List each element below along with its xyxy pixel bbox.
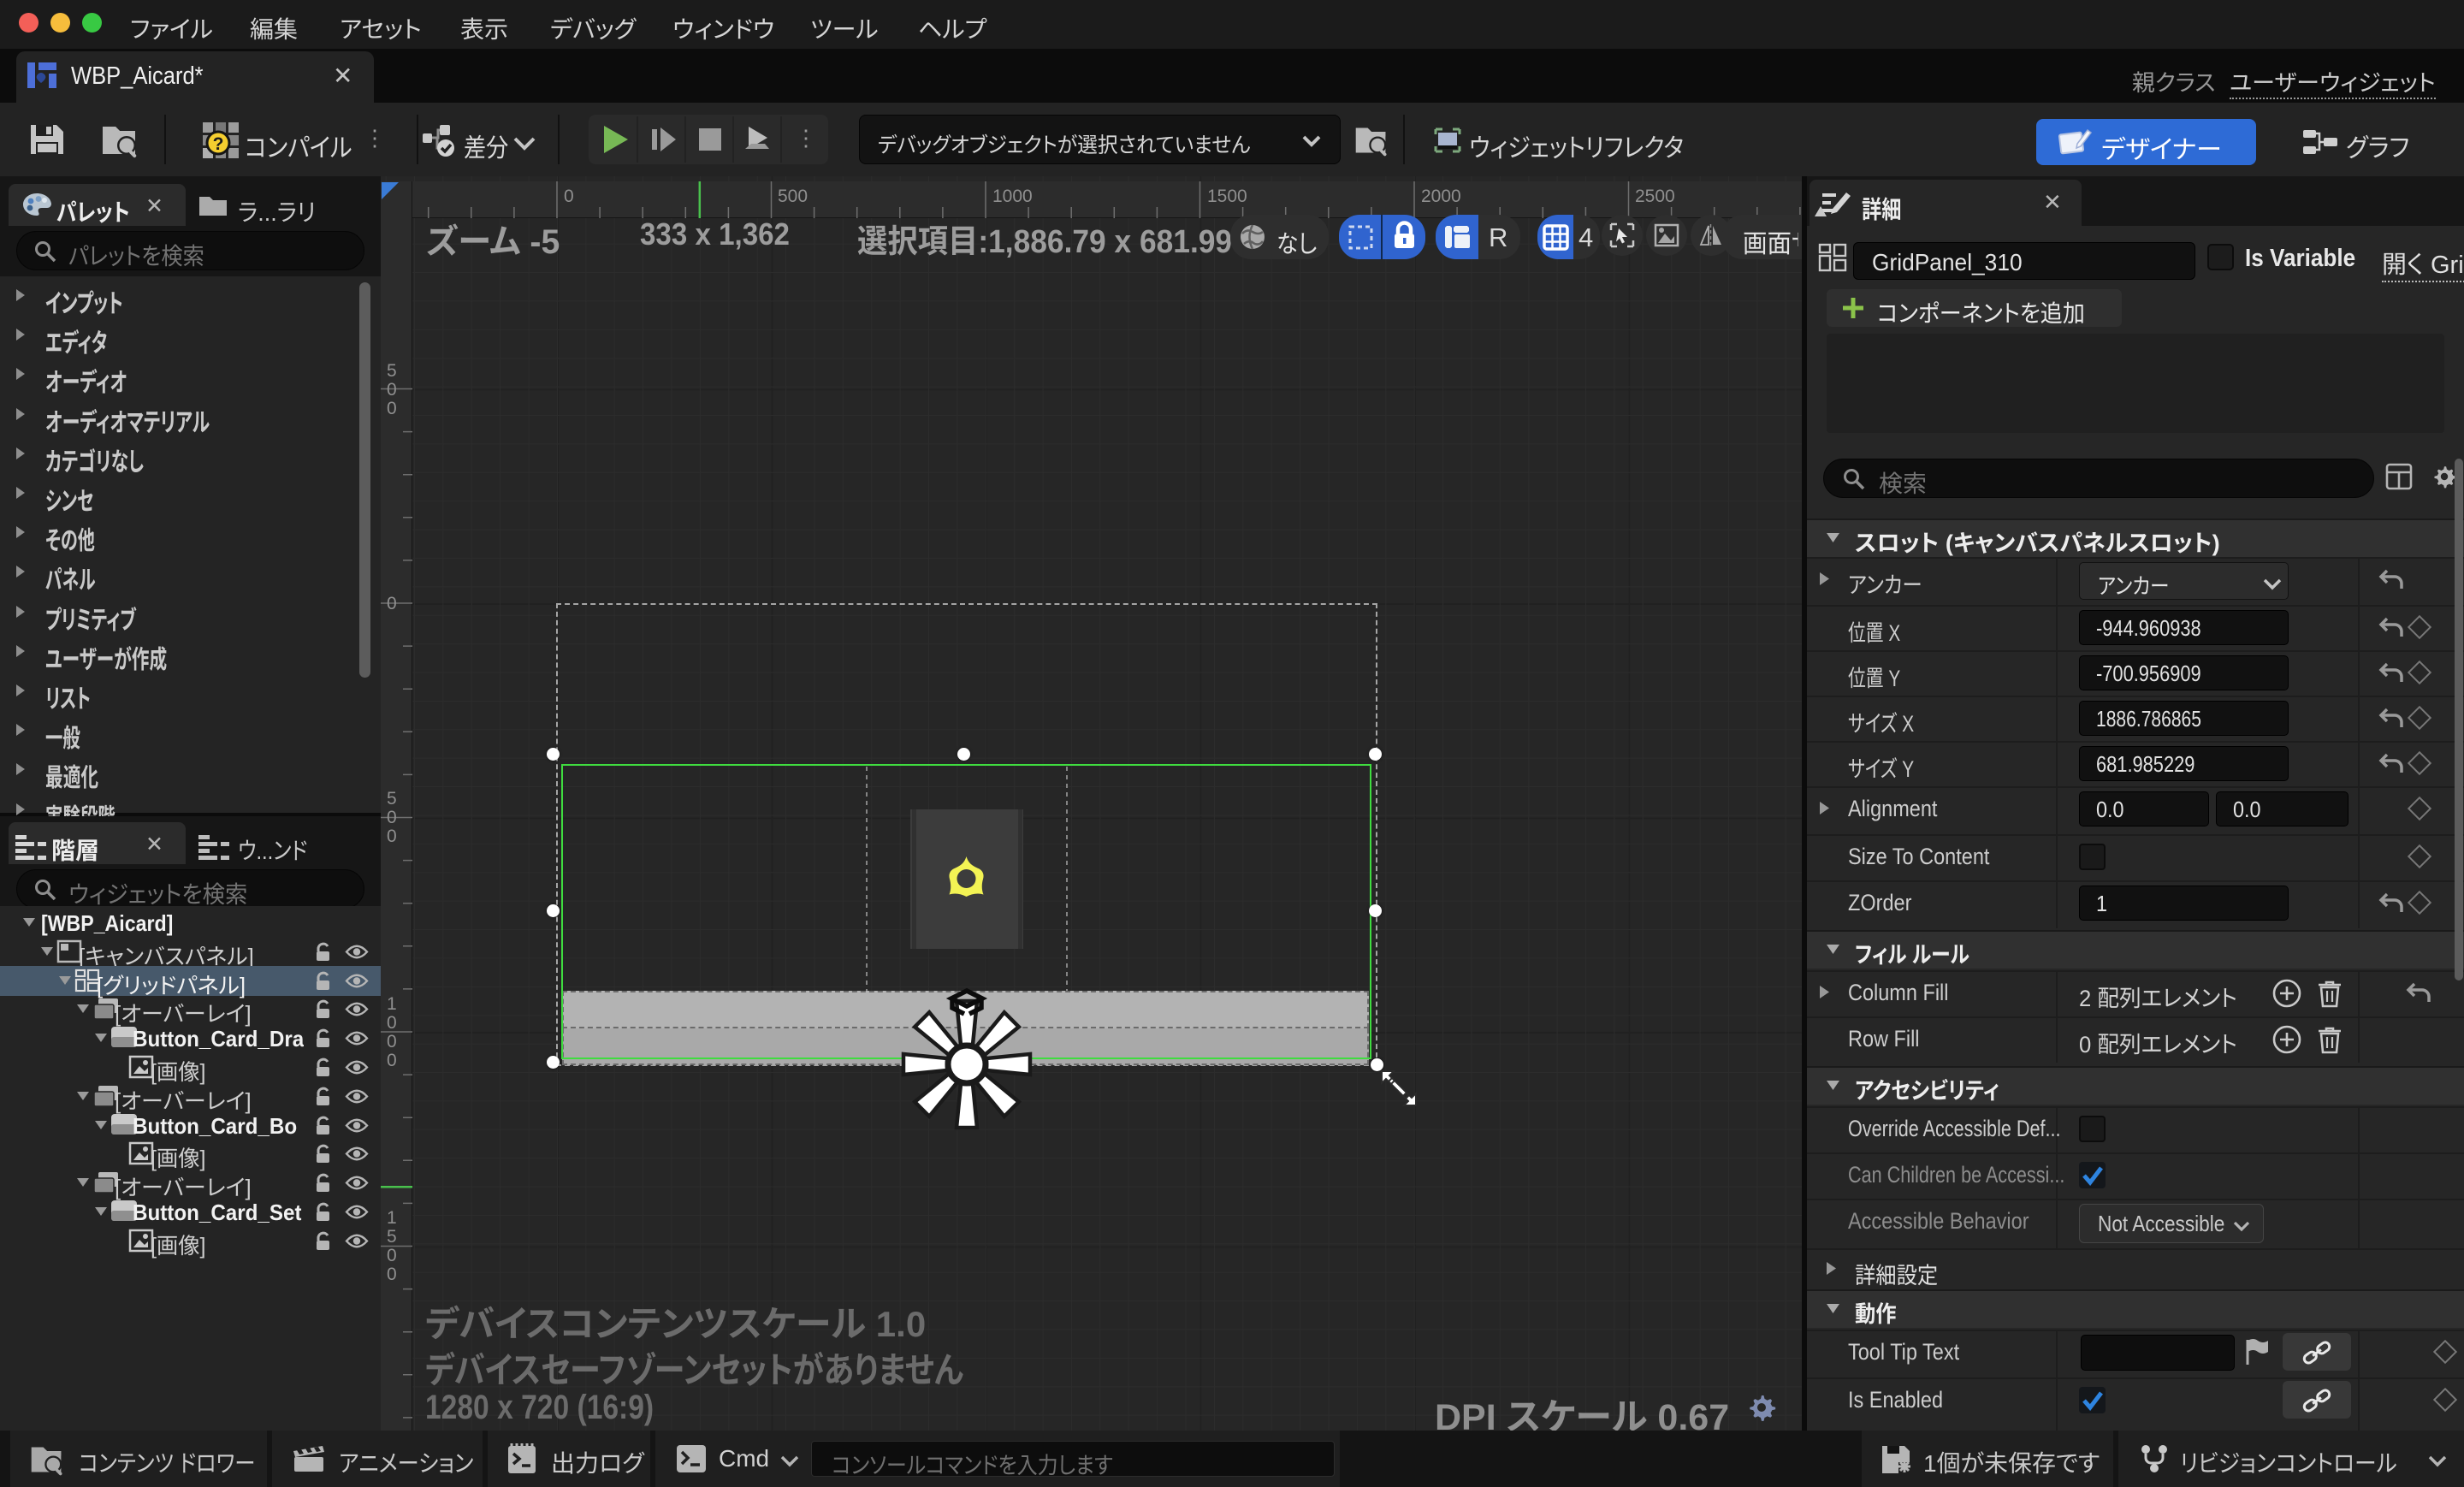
svg-text:?: ?	[213, 134, 224, 154]
